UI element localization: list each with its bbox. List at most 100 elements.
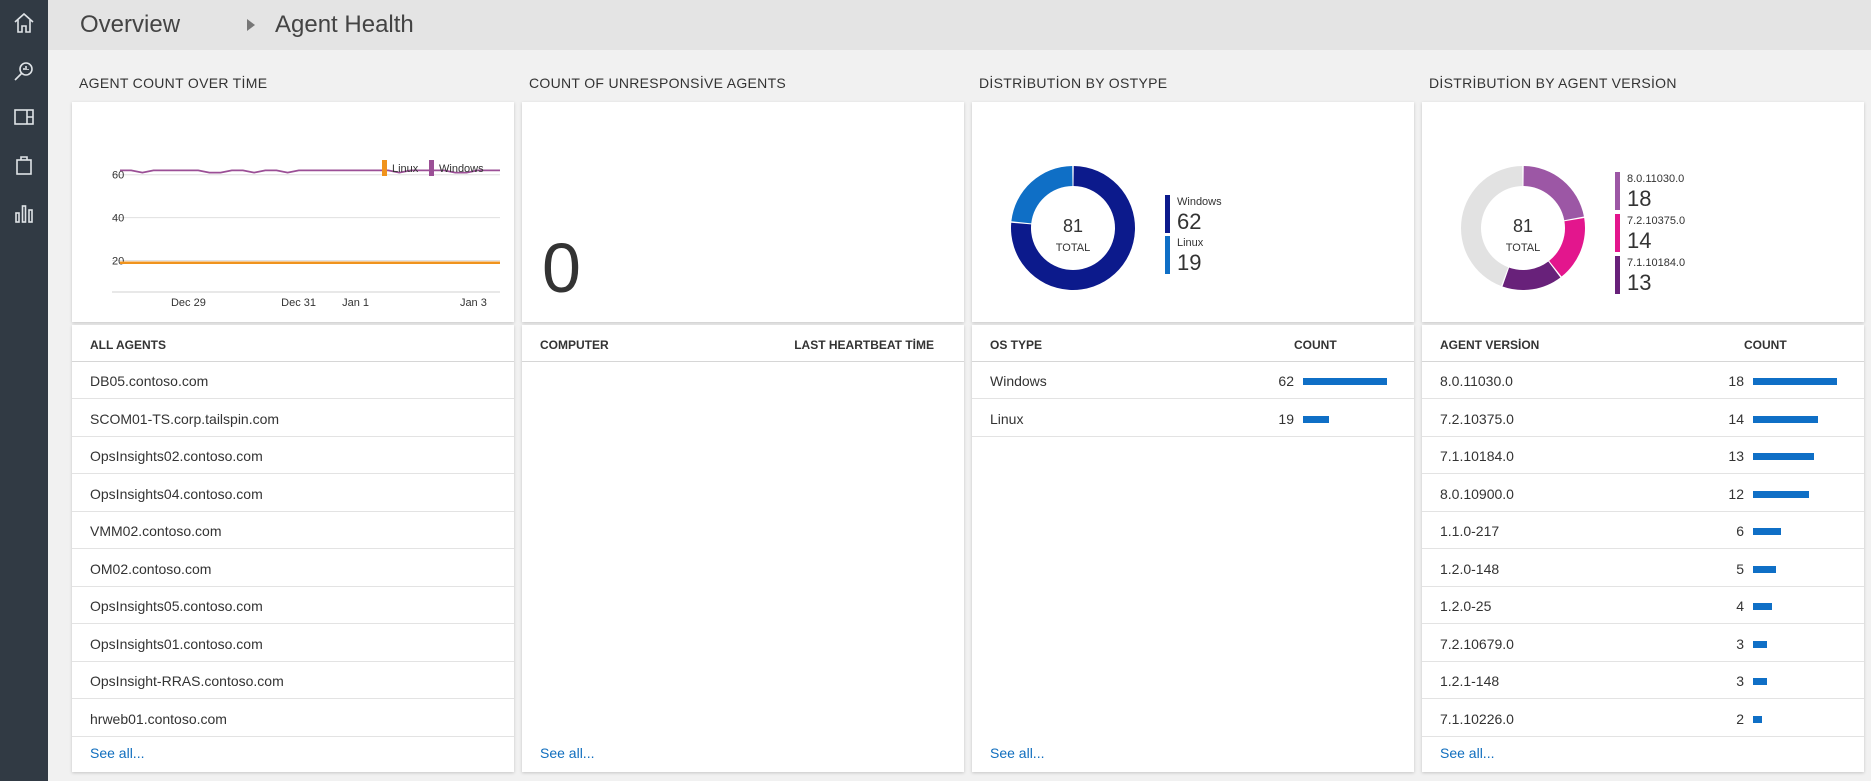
row-name: OM02.contoso.com xyxy=(90,560,212,577)
chevron-right-icon xyxy=(247,19,255,31)
table-row[interactable]: 7.1.10184.0 13 xyxy=(1422,437,1864,474)
version-title: DİSTRİBUTİON BY AGENT VERSİON xyxy=(1429,75,1677,91)
version-chart-tile[interactable]: 81 TOTAL 8.0.11030.0 18 7.2.10375.0 14 7.1.1… xyxy=(1422,102,1864,322)
legend-swatch xyxy=(1615,172,1620,210)
row-name: Windows xyxy=(990,373,1047,389)
ostype-chart-tile[interactable]: 81 TOTAL Windows 62 Linux 19 xyxy=(972,102,1414,322)
table-row[interactable]: Windows 62 xyxy=(972,362,1414,399)
row-count-bar xyxy=(1753,678,1767,685)
table-row[interactable]: VMM02.contoso.com xyxy=(72,512,514,549)
row-name: 8.0.11030.0 xyxy=(1440,373,1513,389)
y-tick-label: 40 xyxy=(112,213,124,225)
row-count-bar xyxy=(1753,715,1762,723)
linux-legend: Linux 19 xyxy=(1165,236,1245,276)
table-row[interactable]: Linux 19 xyxy=(972,400,1414,437)
row-count-bar xyxy=(1753,415,1818,423)
layout-icon[interactable] xyxy=(9,102,39,132)
dashboard: AGENT COUNT OVER TİME 60 40 20 Dec 29 Dec 3… xyxy=(48,50,1871,781)
version-total-label: TOTAL xyxy=(1506,242,1540,254)
breadcrumb: Overview Agent Health xyxy=(48,0,1871,50)
table-row[interactable]: 8.0.11030.0 18 xyxy=(1422,362,1864,399)
linux-legend-swatch xyxy=(382,160,387,176)
row-name: 1.1.0-217 xyxy=(1440,523,1500,539)
y-tick-label: 60 xyxy=(112,170,124,182)
donut-slice-7-2-10375-0 xyxy=(1549,217,1585,277)
row-name: SCOM01-TS.corp.tailspin.com xyxy=(90,410,280,427)
list-header: ALL AGENTS xyxy=(72,325,514,362)
windows-legend: Windows 62 xyxy=(1165,195,1245,235)
table-row[interactable]: OM02.contoso.com xyxy=(72,550,514,587)
windows-legend-swatch xyxy=(1165,195,1170,233)
chart-icon[interactable] xyxy=(9,198,39,228)
row-name: VMM02.contoso.com xyxy=(90,523,222,539)
linux-legend-label: Linux xyxy=(392,163,419,175)
row-name: OpsInsight-RRAS.contoso.com xyxy=(90,673,284,689)
table-row[interactable]: OpsInsights04.contoso.com xyxy=(72,475,514,512)
x-tick-label: Dec 31 xyxy=(281,297,316,309)
search-icon[interactable] xyxy=(9,56,39,86)
list-header: AGENT VERSİON COUNT xyxy=(1422,325,1864,362)
table-row[interactable]: OpsInsights02.contoso.com xyxy=(72,437,514,474)
x-tick-label: Dec 29 xyxy=(171,297,206,309)
table-row[interactable]: 7.2.10679.0 3 xyxy=(1422,625,1864,662)
row-count-bar xyxy=(1753,640,1767,648)
legend-value: 13 xyxy=(1627,270,1652,295)
table-row[interactable]: SCOM01-TS.corp.tailspin.com xyxy=(72,400,514,437)
table-row[interactable]: OpsInsights05.contoso.com xyxy=(72,587,514,624)
version-list-tile: AGENT VERSİON COUNT 8.0.11030.0 18 7.2.103… xyxy=(1422,325,1864,772)
see-all-link[interactable]: See all... xyxy=(990,745,1044,761)
count-header: COUNT xyxy=(1294,338,1337,352)
left-rail xyxy=(0,0,48,781)
unresponsive-title: COUNT OF UNRESPONSİVE AGENTS xyxy=(529,75,787,91)
see-all-link[interactable]: See all... xyxy=(1440,745,1494,761)
row-count: 3 xyxy=(1736,673,1744,689)
row-name: 7.2.10679.0 xyxy=(1440,635,1514,652)
row-count-bar xyxy=(1753,453,1814,460)
donut-slice-7-1-10184-0 xyxy=(1502,261,1561,290)
ostype-donut-chart: 81 TOTAL xyxy=(1011,166,1135,290)
count-header: COUNT xyxy=(1744,338,1787,352)
agent-count-chart-tile[interactable]: 60 40 20 Dec 29 Dec 31 Jan 1 Jan 3 Linux Wind… xyxy=(72,102,514,322)
row-name: 7.1.10184.0 xyxy=(1440,448,1514,464)
legend-swatch xyxy=(1615,214,1620,252)
linux-legend-name: Linux xyxy=(1177,237,1204,249)
table-row[interactable]: 7.1.10226.0 2 xyxy=(1422,700,1864,737)
table-row[interactable]: 1.2.0-25 4 xyxy=(1422,587,1864,624)
x-tick-label: Jan 3 xyxy=(460,297,487,309)
row-name: OpsInsights01.contoso.com xyxy=(90,635,263,652)
row-count: 2 xyxy=(1736,710,1744,727)
table-row[interactable]: hrweb01.contoso.com xyxy=(72,700,514,737)
legend-value: 14 xyxy=(1627,228,1652,253)
windows-legend-swatch xyxy=(429,160,434,176)
table-row[interactable]: OpsInsight-RRAS.contoso.com xyxy=(72,662,514,699)
row-name: 8.0.10900.0 xyxy=(1440,485,1514,502)
row-count: 14 xyxy=(1728,410,1744,427)
legend-name: 7.1.10184.0 xyxy=(1627,257,1686,269)
all-agents-list-tile: ALL AGENTS DB05.contoso.com SCOM01-TS.cor… xyxy=(72,325,514,772)
ostype-title: DİSTRİBUTİON BY OSTYPE xyxy=(979,75,1168,91)
unresponsive-list-tile: COMPUTER LAST HEARTBEAT TİME See all... xyxy=(522,325,964,772)
table-row[interactable]: 7.2.10375.0 14 xyxy=(1422,400,1864,437)
row-count: 3 xyxy=(1736,635,1744,652)
table-row[interactable]: 1.2.0-148 5 xyxy=(1422,550,1864,587)
table-row[interactable]: OpsInsights01.contoso.com xyxy=(72,625,514,662)
row-count-bar xyxy=(1753,490,1809,498)
breadcrumb-overview[interactable]: Overview xyxy=(80,11,180,39)
row-name: 7.1.10226.0 xyxy=(1440,710,1514,727)
see-all-link[interactable]: See all... xyxy=(540,745,594,761)
table-row[interactable]: DB05.contoso.com xyxy=(72,362,514,399)
donut-slice-linux xyxy=(1011,166,1073,224)
ostype-header: OS TYPE xyxy=(990,338,1043,352)
solutions-icon[interactable] xyxy=(9,150,39,180)
heartbeat-header: LAST HEARTBEAT TİME xyxy=(794,338,934,352)
see-all-link[interactable]: See all... xyxy=(90,745,144,761)
row-count-bar xyxy=(1303,378,1387,385)
unresponsive-count-tile[interactable]: 0 xyxy=(522,102,964,322)
version-donut-chart: 81 TOTAL xyxy=(1461,166,1585,290)
table-row[interactable]: 1.2.1-148 3 xyxy=(1422,662,1864,699)
table-row[interactable]: 8.0.10900.0 12 xyxy=(1422,475,1864,512)
linux-legend-swatch xyxy=(1165,236,1170,274)
table-row[interactable]: 1.1.0-217 6 xyxy=(1422,512,1864,549)
page-title: Agent Health xyxy=(275,11,414,38)
home-icon[interactable] xyxy=(9,8,39,38)
